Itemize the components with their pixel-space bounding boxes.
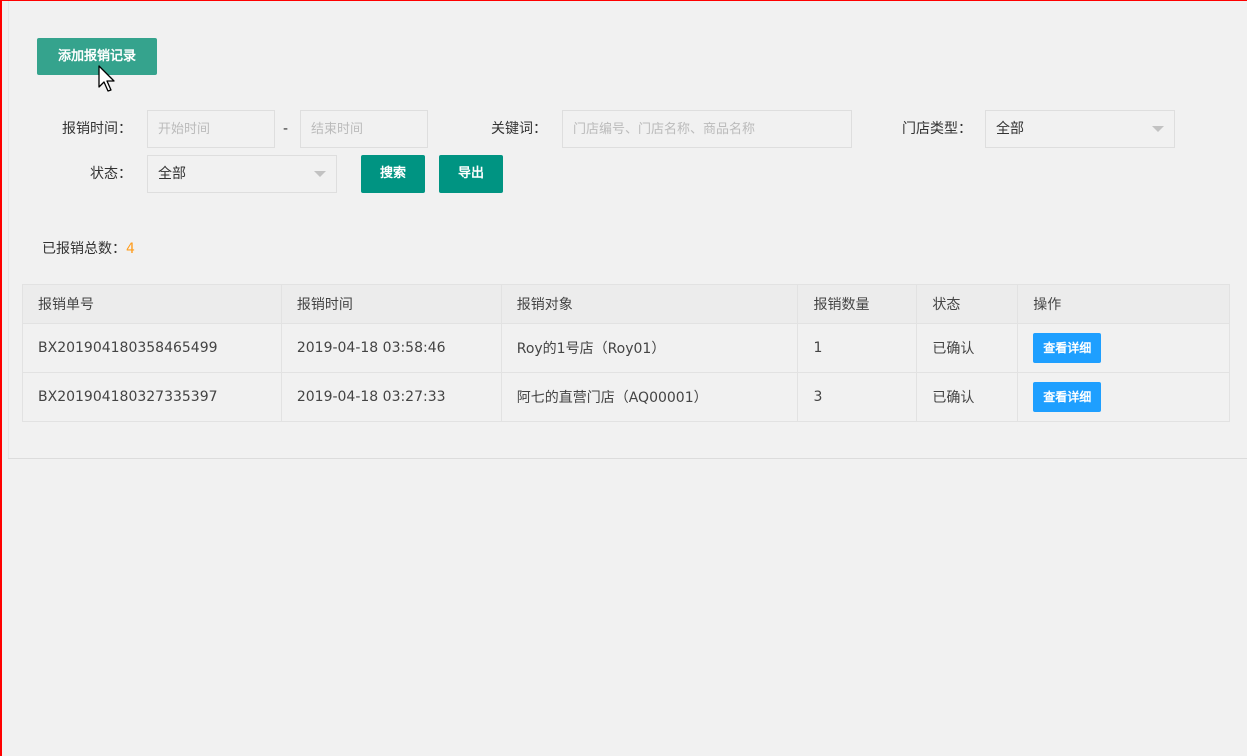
store-type-value: 全部	[996, 121, 1024, 137]
export-button[interactable]: 导出	[439, 155, 503, 193]
cell-id: BX201904180358465499	[22, 323, 282, 373]
caret-down-icon	[1152, 126, 1164, 132]
end-time-input[interactable]	[300, 110, 428, 148]
keyword-input[interactable]	[562, 110, 852, 148]
total-summary: 已报销总数：4	[42, 238, 135, 258]
panel-edge	[8, 1, 9, 458]
cell-target: 阿七的直营门店（AQ00001）	[500, 372, 799, 422]
table-row: BX201904180327335397 2019-04-18 03:27:33…	[22, 372, 1230, 422]
header-action: 操作	[1017, 284, 1230, 324]
cell-time: 2019-04-18 03:27:33	[280, 372, 502, 422]
view-detail-button[interactable]: 查看详细	[1033, 333, 1102, 363]
header-status: 状态	[916, 284, 1019, 324]
table-header-row: 报销单号 报销时间 报销对象 报销数量 状态 操作	[22, 284, 1230, 324]
cell-id: BX201904180327335397	[22, 372, 282, 422]
cell-target: Roy的1号店（Roy01）	[500, 323, 799, 373]
caret-down-icon	[314, 171, 326, 177]
total-label: 已报销总数：	[42, 241, 126, 257]
cell-action: 查看详细	[1017, 372, 1230, 422]
time-label: 报销时间：	[62, 121, 132, 137]
store-type-label: 门店类型：	[902, 121, 972, 137]
cell-qty: 1	[797, 323, 918, 373]
table-row: BX201904180358465499 2019-04-18 03:58:46…	[22, 323, 1230, 373]
status-value: 全部	[158, 166, 186, 182]
header-id: 报销单号	[22, 284, 282, 324]
total-count: 4	[126, 241, 135, 257]
search-button[interactable]: 搜索	[361, 155, 425, 193]
header-target: 报销对象	[500, 284, 799, 324]
header-qty: 报销数量	[797, 284, 918, 324]
date-range-dash: -	[283, 121, 289, 137]
status-select[interactable]: 全部	[147, 155, 337, 193]
cell-status: 已确认	[916, 372, 1019, 422]
cell-time: 2019-04-18 03:58:46	[280, 323, 502, 373]
status-label: 状态：	[90, 166, 132, 182]
start-time-input[interactable]	[147, 110, 275, 148]
view-detail-button[interactable]: 查看详细	[1033, 382, 1102, 412]
store-type-select[interactable]: 全部	[985, 110, 1175, 148]
reimbursement-table: 报销单号 报销时间 报销对象 报销数量 状态 操作 BX201904180358…	[22, 284, 1230, 422]
cell-qty: 3	[797, 372, 918, 422]
cell-action: 查看详细	[1017, 323, 1230, 373]
add-reimbursement-button[interactable]: 添加报销记录	[37, 38, 157, 75]
cell-status: 已确认	[916, 323, 1019, 373]
keyword-label: 关键词：	[491, 121, 547, 137]
header-time: 报销时间	[280, 284, 502, 324]
